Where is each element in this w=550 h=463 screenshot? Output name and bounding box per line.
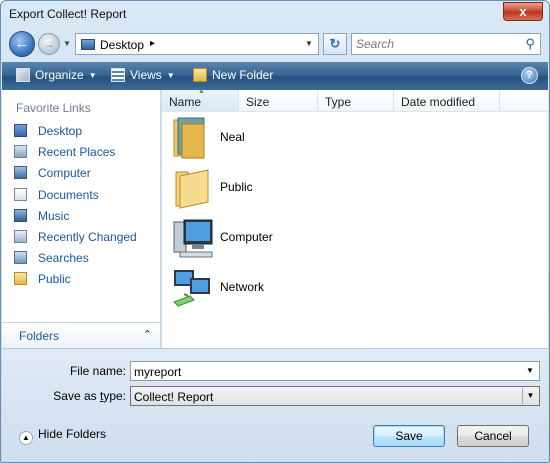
sidebar-item-label: Computer	[38, 166, 91, 181]
folders-toggle[interactable]: Folders ⌃	[2, 322, 160, 348]
sidebar-item-label: Public	[38, 272, 71, 287]
organize-label: Organize	[35, 68, 84, 82]
save-as-type-value[interactable]: Collect! Report	[134, 390, 213, 404]
column-header-type[interactable]: Type	[318, 90, 394, 112]
list-item-label: Network	[220, 280, 265, 294]
recent-places-icon	[14, 145, 27, 159]
sidebar-item-label: Recent Places	[38, 145, 116, 160]
search-icon[interactable]: ⚲	[525, 36, 535, 52]
sidebar-item-music[interactable]: Music	[14, 208, 137, 230]
save-as-type-label: Save as type:	[53, 389, 126, 403]
chevron-down-icon: ▼	[88, 71, 97, 80]
column-header-label: Date modified	[401, 95, 476, 109]
file-list-pane: ▲ Name Size Type Date modified Neal Publ…	[162, 88, 548, 348]
sidebar-item-label: Searches	[38, 251, 89, 266]
list-item[interactable]: Network	[168, 264, 368, 312]
chevron-down-icon[interactable]: ▼	[522, 363, 538, 379]
chevron-up-icon[interactable]: ⌃	[143, 328, 152, 341]
list-item[interactable]: Computer	[168, 214, 368, 262]
chevron-up-icon: ▲	[19, 431, 33, 445]
column-header-label: Size	[246, 95, 270, 109]
address-bar[interactable]: Desktop ▸ ▼	[75, 33, 319, 55]
list-item-label: Computer	[220, 230, 273, 244]
file-name-label: File name:	[69, 364, 126, 378]
computer-icon	[14, 166, 27, 180]
sidebar-item-label: Music	[38, 208, 70, 223]
hide-folders-label: Hide Folders	[38, 427, 107, 441]
chevron-down-icon[interactable]: ▼	[522, 388, 538, 404]
views-icon	[111, 68, 125, 82]
close-button[interactable]: x	[503, 2, 543, 21]
computer-icon	[173, 219, 213, 258]
documents-icon	[14, 187, 27, 201]
column-header-name[interactable]: ▲ Name	[162, 88, 239, 112]
search-input[interactable]	[356, 36, 516, 52]
title-bar: Export Collect! Report x	[1, 1, 549, 27]
column-header-date-modified[interactable]: Date modified	[394, 90, 500, 112]
file-name-value[interactable]: myreport	[134, 365, 181, 379]
sidebar-item-label: Documents	[38, 187, 99, 202]
column-header-size[interactable]: Size	[239, 90, 318, 112]
music-icon	[14, 208, 27, 222]
user-folder-icon	[173, 117, 205, 159]
column-header-label: Name	[169, 95, 202, 109]
back-button[interactable]: ←	[9, 31, 35, 57]
searches-icon	[14, 251, 27, 265]
window-title: Export Collect! Report	[9, 7, 127, 21]
navigation-pane: Favorite Links Desktop Recent Places Com…	[2, 90, 161, 348]
sidebar-item-public[interactable]: Public	[14, 272, 137, 293]
sort-indicator-icon: ▲	[198, 88, 205, 95]
save-button[interactable]: Save	[373, 425, 445, 447]
save-dialog: Export Collect! Report x ← → ▼ Desktop ▸…	[0, 0, 550, 463]
folders-label: Folders	[19, 329, 60, 343]
address-location[interactable]: Desktop	[100, 38, 144, 52]
sidebar-item-recent-places[interactable]: Recent Places	[14, 145, 137, 166]
organize-menu[interactable]: Organize ▼	[16, 68, 97, 82]
forward-button[interactable]: →	[38, 33, 60, 55]
address-dropdown-icon[interactable]: ▼	[302, 35, 316, 53]
refresh-button[interactable]: ↻	[323, 33, 347, 55]
sidebar-item-label: Desktop	[38, 124, 83, 138]
desktop-icon	[81, 39, 95, 50]
public-folder-icon	[14, 272, 27, 286]
cancel-button[interactable]: Cancel	[457, 425, 529, 447]
breadcrumb-separator-icon[interactable]: ▸	[150, 38, 155, 49]
new-folder-button[interactable]: New Folder	[193, 68, 273, 82]
list-item-label: Neal	[220, 130, 245, 144]
favorite-links-heading: Favorite Links	[16, 101, 91, 115]
sidebar-item-documents[interactable]: Documents	[14, 187, 137, 209]
command-toolbar: Organize ▼ Views ▼ New Folder ?	[2, 62, 548, 90]
views-menu[interactable]: Views ▼	[111, 68, 175, 82]
column-header-row: ▲ Name Size Type Date modified	[162, 88, 548, 112]
sidebar-item-recently-changed[interactable]: Recently Changed	[14, 229, 137, 251]
file-name-field[interactable]: myreport ▼	[130, 361, 540, 381]
views-label: Views	[130, 68, 162, 82]
sidebar-item-label: Recently Changed	[38, 229, 137, 244]
save-options-panel: File name: myreport ▼ Save as type: Coll…	[2, 348, 548, 462]
hide-folders-button[interactable]: ▲ Hide Folders	[19, 427, 106, 445]
address-row: ← → ▼ Desktop ▸ ▼ ↻ ⚲	[1, 29, 549, 59]
recent-pages-dropdown-icon[interactable]: ▼	[63, 39, 71, 48]
folder-icon	[175, 169, 209, 209]
desktop-icon	[14, 124, 27, 137]
sidebar-item-searches[interactable]: Searches	[14, 251, 137, 272]
list-item-label: Public	[220, 180, 253, 194]
organize-icon	[16, 68, 30, 82]
recently-changed-icon	[14, 229, 27, 243]
sidebar-item-desktop[interactable]: Desktop	[14, 124, 137, 145]
help-button[interactable]: ?	[521, 67, 538, 84]
network-icon	[173, 270, 210, 307]
search-box[interactable]: ⚲	[351, 33, 541, 55]
new-folder-label: New Folder	[212, 68, 274, 82]
sidebar-item-computer[interactable]: Computer	[14, 166, 137, 187]
save-as-type-select[interactable]: Collect! Report ▼	[130, 386, 540, 406]
list-item[interactable]: Neal	[168, 114, 368, 162]
list-item[interactable]: Public	[168, 164, 368, 212]
chevron-down-icon: ▼	[166, 71, 175, 80]
favorite-links-list: Desktop Recent Places Computer Documents…	[14, 124, 137, 294]
new-folder-icon	[193, 68, 207, 82]
column-header-label: Type	[325, 95, 352, 109]
